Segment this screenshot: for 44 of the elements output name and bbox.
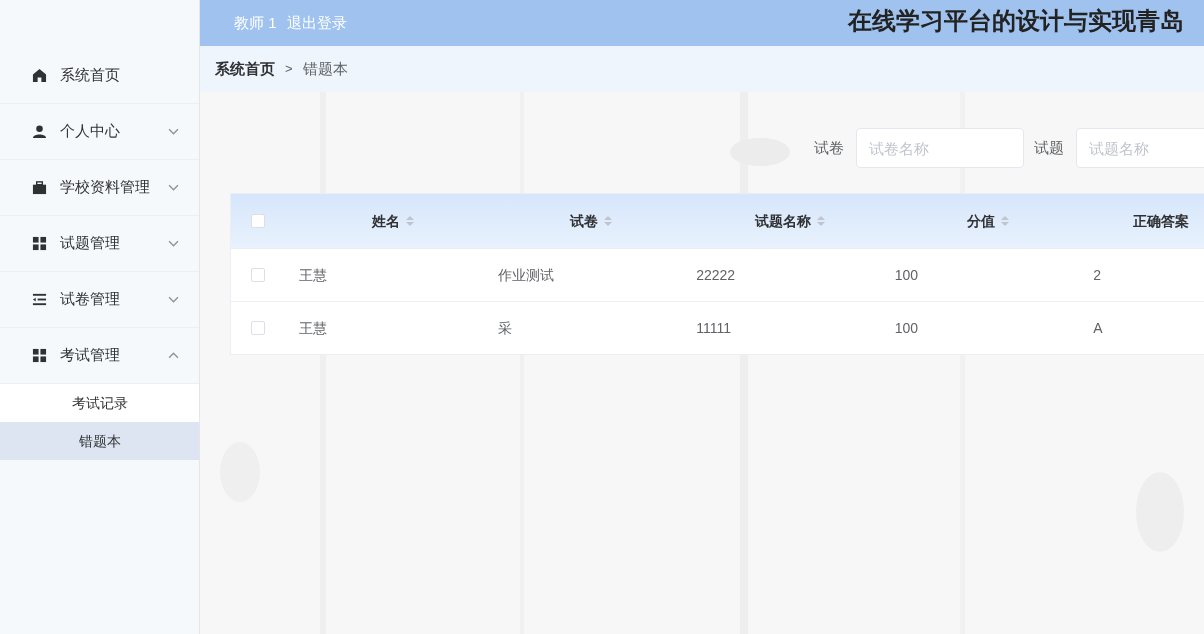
table-cell: 作业测试: [497, 266, 554, 283]
column-header[interactable]: 正确答案: [1133, 210, 1190, 232]
table-cell: 王慧: [299, 319, 328, 336]
user-icon: [32, 124, 47, 139]
column-header[interactable]: 姓名: [371, 210, 400, 232]
row-checkbox[interactable]: [251, 321, 265, 335]
table-cell: A: [1093, 319, 1103, 336]
table-cell: 100: [894, 266, 919, 283]
sidebar-item[interactable]: 个人中心: [0, 104, 199, 160]
column-header[interactable]: 分值: [967, 210, 996, 232]
column-header[interactable]: 试卷: [570, 210, 599, 232]
sort-icon[interactable]: [816, 215, 825, 227]
table-cell: 王慧: [299, 266, 328, 283]
field-label: 试题: [1034, 137, 1064, 158]
briefcase-icon: [32, 180, 47, 195]
sort-icon[interactable]: [604, 215, 613, 227]
breadcrumb-link[interactable]: 系统首页: [215, 57, 275, 81]
row-checkbox[interactable]: [251, 268, 265, 282]
app-title: 在线学习平台的设计与实现青岛: [848, 6, 1184, 36]
search-field[interactable]: 试卷名称: [856, 128, 1024, 168]
sort-icon[interactable]: [405, 215, 414, 227]
home-icon: [32, 68, 47, 83]
user-label: 教师 1: [234, 12, 277, 33]
submenu-item[interactable]: 错题本: [0, 422, 199, 460]
table-cell: 11111: [696, 319, 731, 336]
sidebar-item[interactable]: 试卷管理: [0, 272, 199, 328]
sidebar-item[interactable]: 学校资料管理: [0, 160, 199, 216]
select-all-checkbox[interactable]: [251, 214, 265, 228]
column-header[interactable]: 试题名称: [754, 210, 811, 232]
list-icon: [32, 292, 47, 307]
table-cell: 采: [497, 319, 512, 336]
breadcrumb-link[interactable]: 错题本: [302, 57, 348, 81]
table-cell: 100: [894, 319, 919, 336]
table-cell: 2: [1093, 266, 1102, 283]
grid-icon: [32, 236, 47, 251]
grid-icon: [32, 348, 47, 363]
breadcrumb-separator: >: [285, 60, 293, 79]
field-label: 试卷: [814, 137, 844, 158]
sidebar-item[interactable]: 系统首页: [0, 48, 199, 104]
submenu-item[interactable]: 考试记录: [0, 384, 199, 422]
search-field[interactable]: 试题名称: [1076, 128, 1204, 168]
sort-icon[interactable]: [1001, 215, 1010, 227]
sidebar-item[interactable]: 试题管理: [0, 216, 199, 272]
table-cell: 22222: [696, 266, 736, 283]
